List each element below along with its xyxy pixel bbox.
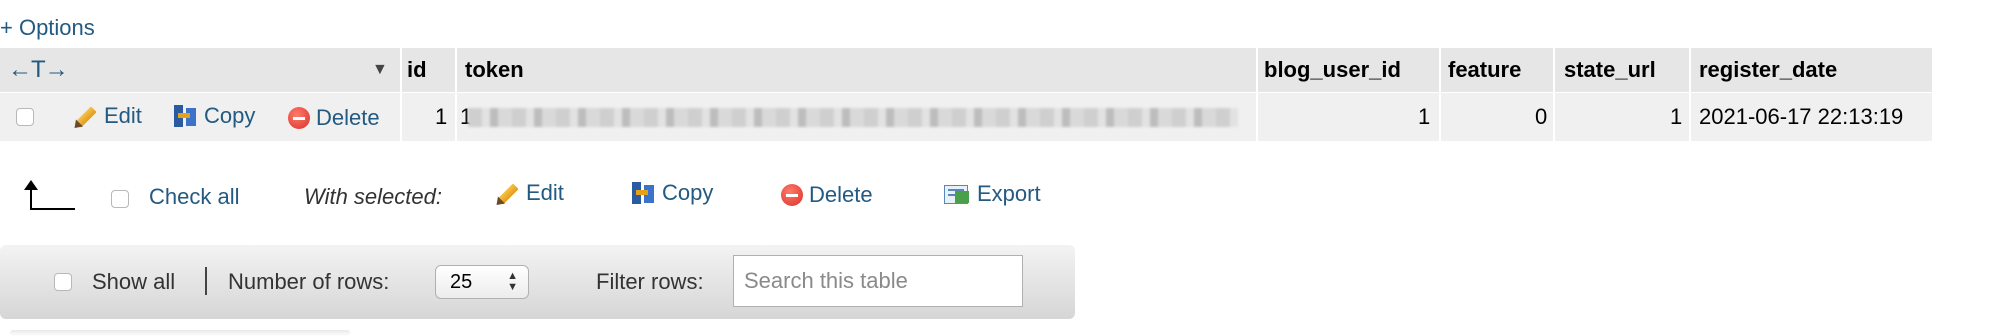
- cell-blog-user-id: 1: [1418, 104, 1431, 129]
- bulk-delete-label: Delete: [809, 182, 873, 207]
- check-all-checkbox[interactable]: [111, 190, 129, 208]
- pencil-icon: [70, 103, 98, 132]
- filter-rows-search-input[interactable]: [733, 255, 1023, 307]
- table-navigation-bar: Show all Number of rows: 25 ▲ ▼ Filter ro…: [0, 245, 1075, 319]
- row-copy-button[interactable]: Copy: [172, 103, 255, 129]
- column-header-feature[interactable]: feature: [1448, 48, 1521, 92]
- row-copy-label: Copy: [204, 103, 256, 128]
- options-link[interactable]: + Options: [0, 15, 95, 41]
- pencil-icon: [492, 180, 520, 209]
- copy-icon: [630, 180, 656, 206]
- column-header-token[interactable]: token: [465, 48, 524, 92]
- column-header-register-date[interactable]: register_date: [1699, 48, 1837, 92]
- token-redacted-value: [468, 108, 1238, 127]
- bulk-edit-label: Edit: [526, 180, 564, 205]
- row-delete-button[interactable]: Delete: [288, 105, 380, 131]
- table-header: ←T→ ▼ id token blog_user_id feature stat…: [0, 48, 1932, 93]
- show-all-label[interactable]: Show all: [92, 269, 175, 295]
- cell-state-url: 1: [1670, 104, 1683, 129]
- column-header-state-url[interactable]: state_url: [1564, 48, 1656, 92]
- column-header-blog-user-id[interactable]: blog_user_id: [1264, 48, 1401, 92]
- bulk-export-button[interactable]: Export: [943, 181, 1041, 207]
- number-of-rows-label: Number of rows:: [228, 269, 390, 294]
- with-selected-label: With selected:: [304, 184, 442, 209]
- cell-id: 1: [435, 104, 448, 129]
- filter-rows-label: Filter rows:: [596, 269, 704, 294]
- delete-icon: [288, 107, 310, 129]
- number-of-rows-value: 25: [450, 271, 473, 293]
- check-all-label[interactable]: Check all: [149, 184, 239, 210]
- delete-icon: [781, 184, 803, 206]
- row-checkbox[interactable]: [16, 108, 34, 126]
- bulk-delete-button[interactable]: Delete: [781, 182, 873, 208]
- export-icon: [943, 182, 971, 206]
- bulk-actions-bar: Check all With selected: Edit Copy Delet…: [0, 180, 1100, 220]
- column-header-id[interactable]: id: [407, 48, 427, 92]
- table-row: Edit Copy Delete 1 1 1 0 1 2021-06-17 22…: [0, 93, 1932, 141]
- arrow-up-icon: [20, 180, 80, 212]
- scroll-shadow: [10, 330, 350, 336]
- bulk-copy-button[interactable]: Copy: [630, 180, 713, 206]
- nav-divider: [205, 267, 207, 295]
- show-all-checkbox[interactable]: [54, 273, 72, 291]
- copy-icon: [172, 103, 198, 129]
- row-delete-label: Delete: [316, 105, 380, 130]
- select-arrows-icon: ▲ ▼: [507, 270, 518, 293]
- bulk-copy-label: Copy: [662, 180, 714, 205]
- cell-feature: 0: [1535, 104, 1548, 129]
- sort-caret-icon[interactable]: ▼: [372, 48, 388, 92]
- cell-register-date: 2021-06-17 22:13:19: [1699, 104, 1904, 129]
- row-edit-button[interactable]: Edit: [70, 103, 142, 132]
- bulk-edit-button[interactable]: Edit: [492, 180, 564, 209]
- bulk-export-label: Export: [977, 181, 1041, 206]
- column-resize-arrows-icon[interactable]: ←T→: [8, 48, 69, 92]
- number-of-rows-select[interactable]: 25 ▲ ▼: [435, 265, 529, 299]
- row-edit-label: Edit: [104, 103, 142, 128]
